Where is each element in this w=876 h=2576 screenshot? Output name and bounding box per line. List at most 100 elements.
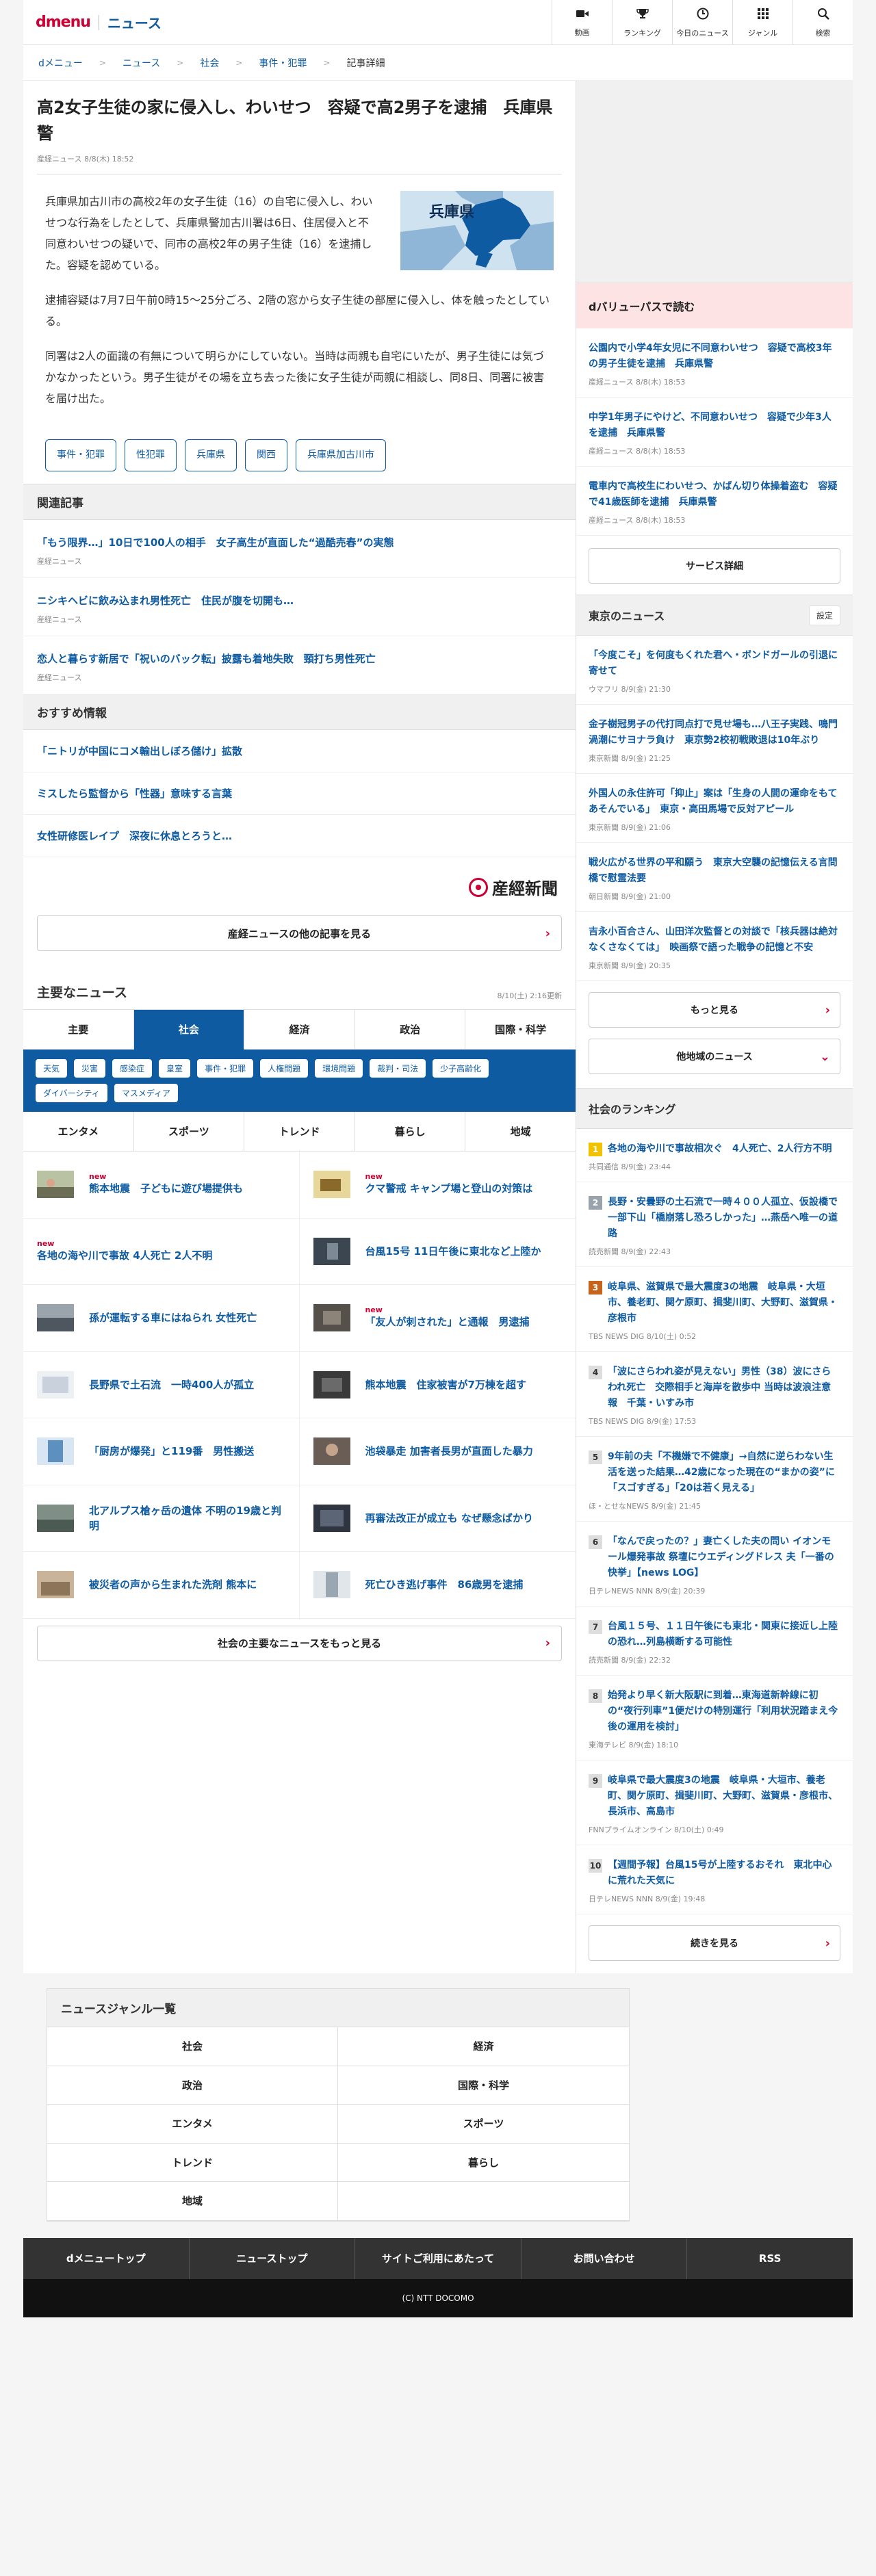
ranking-title[interactable]: 「なんで戻ったの？」妻亡くした夫の問い イオンモール爆発事故 祭壇にウエディング… [608, 1534, 840, 1581]
footer-news-top[interactable]: ニューストップ [190, 2237, 356, 2279]
ranking-item[interactable]: 8 始発より早く新大阪駅に到着…東海道新幹線に初の“夜行列車”1便だけの特別運行「… [576, 1676, 853, 1760]
subtag[interactable]: 皇室 [159, 1059, 191, 1078]
ranking-item[interactable]: 5 9年前の夫「不機嫌で不健康」→自然に逆らわない生活を送った結果…42歳になった… [576, 1437, 853, 1522]
ranking-title[interactable]: 台風１５号、１１日午後にも東北・関東に接近し上陸の恐れ…列島横断する可能性 [608, 1619, 840, 1650]
recommend-item[interactable]: ミスしたら監督から「性器」意味する言葉 [23, 772, 576, 815]
footer-contact[interactable]: お問い合わせ [521, 2237, 688, 2279]
ranking-title[interactable]: 【週間予報】台風15号が上陸するおそれ 東北中心に荒れた天気に [608, 1858, 840, 1889]
breadcrumb-crime[interactable]: 事件・犯罪 [259, 56, 307, 70]
tokyo-news-item[interactable]: 吉永小百合さん、山田洋次監督との対談で「核兵器は絶対なくさなくては」 映画祭で語… [576, 912, 853, 981]
related-title[interactable]: 恋人と暮らす新居で「祝いのバック転」披露も着地失敗 頸打ち男性死亡 [37, 651, 562, 666]
ranking-title[interactable]: 始発より早く新大阪駅に到着…東海道新幹線に初の“夜行列車”1便だけの特別運行「利… [608, 1688, 840, 1735]
footer-dmenu-top[interactable]: dメニュートップ [23, 2237, 190, 2279]
ranking-title[interactable]: 各地の海や川で事故相次ぐ 4人死亡、2人行方不明 [608, 1141, 832, 1157]
genre-society[interactable]: 社会 [47, 2027, 338, 2066]
breadcrumb-dmenu[interactable]: dメニュー [38, 56, 83, 70]
tab-entertainment[interactable]: エンタメ [23, 1112, 134, 1152]
news-item[interactable]: 再審法改正が成立も なぜ懸念ばかり [299, 1485, 576, 1552]
society-more-button[interactable]: 社会の主要なニュースをもっと見る › [37, 1625, 562, 1661]
tokyo-news-title[interactable]: 金子樹冠男子の代打同点打で見せ場も…八王子実践、鳴門渦潮にサヨナラ負け 東京勢2… [589, 717, 840, 749]
genre-international[interactable]: 国際・科学 [338, 2066, 629, 2105]
related-title[interactable]: 「もう限界…」10日で100人の相手 女子高生が直面した“過酷売春”の実態 [37, 535, 562, 550]
site-logo[interactable]: dmenu ニュース [23, 12, 162, 32]
ranking-title[interactable]: 長野・安曇野の土石流で一時４００人孤立、仮設橋で一部下山「橋崩落し恐ろしかった」… [608, 1195, 840, 1242]
dmenu-logo[interactable]: dmenu [36, 14, 91, 31]
genre-region[interactable]: 地域 [47, 2182, 338, 2221]
ranking-item[interactable]: 4 「波にさらわれ姿が見えない」男性（38）波にさらわれ死亡 交際相手と海岸を散歩… [576, 1352, 853, 1437]
breadcrumb-society[interactable]: 社会 [200, 56, 219, 70]
subtag[interactable]: 人権問題 [260, 1059, 309, 1078]
news-item[interactable]: 池袋暴走 加害者長男が直面した暴力 [299, 1418, 576, 1485]
news-title[interactable]: 死亡ひき逃げ事件 86歳男を逮捕 [365, 1578, 524, 1591]
tab-trend[interactable]: トレンド [244, 1112, 355, 1152]
tag-kansai[interactable]: 関西 [245, 439, 287, 471]
news-title[interactable]: 台風15号 11日午後に東北など上陸か [365, 1245, 541, 1258]
dvalue-item-title[interactable]: 中学1年男子にやけど、不同意わいせつ 容疑で少年3人を逮捕 兵庫県警 [589, 410, 840, 441]
news-item[interactable]: 台風15号 11日午後に東北など上陸か [299, 1219, 576, 1285]
news-title[interactable]: 長野県で土石流 一時400人が孤立 [89, 1379, 254, 1391]
news-item[interactable]: new クマ警戒 キャンプ場と登山の対策は [299, 1152, 576, 1219]
news-title[interactable]: クマ警戒 キャンプ場と登山の対策は [365, 1182, 533, 1195]
genre-sports[interactable]: スポーツ [338, 2105, 629, 2144]
news-title[interactable]: 熊本地震 住家被害が7万棟を超す [365, 1379, 526, 1391]
news-title[interactable]: 熊本地震 子どもに遊び場提供も [89, 1182, 243, 1195]
tokyo-news-item[interactable]: 外国人の永住許可「抑止」案は「生身の人間の運命をもてあそんでいる」 東京・高田馬… [576, 774, 853, 843]
news-title[interactable]: 各地の海や川で事故 4人死亡 2人不明 [37, 1249, 212, 1262]
dvalue-item[interactable]: 電車内で高校生にわいせつ、かばん切り体操着盗む 容疑で41歳医師を逮捕 兵庫県警… [576, 467, 853, 536]
subtag[interactable]: 環境問題 [315, 1059, 363, 1078]
ranking-item[interactable]: 10 【週間予報】台風15号が上陸するおそれ 東北中心に荒れた天気に 日テレNEW… [576, 1845, 853, 1914]
tab-region[interactable]: 地域 [465, 1112, 576, 1152]
tab-lifestyle[interactable]: 暮らし [355, 1112, 466, 1152]
news-item[interactable]: new 各地の海や川で事故 4人死亡 2人不明 [23, 1218, 300, 1285]
tag-crime[interactable]: 事件・犯罪 [45, 439, 116, 471]
tokyo-news-title[interactable]: 戦火広がる世界の平和願う 東京大空襲の記憶伝える言問橋で慰霊法要 [589, 855, 840, 887]
tokyo-news-title[interactable]: 「今度こそ」を何度もくれた君へ・ボンドガールの引退に寄せて [589, 648, 840, 679]
subtag[interactable]: 天気 [36, 1059, 68, 1078]
tokyo-more-button[interactable]: もっと見る › [589, 992, 840, 1028]
genre-trend[interactable]: トレンド [47, 2143, 338, 2182]
news-item[interactable]: 孫が運転する車にはねられ 女性死亡 [23, 1285, 300, 1352]
news-item[interactable]: 熊本地震 住家被害が7万棟を超す [299, 1352, 576, 1418]
subtag[interactable]: ダイバーシティ [36, 1084, 107, 1102]
news-item[interactable]: 「厨房が爆発」と119番 男性搬送 [23, 1418, 300, 1485]
tag-hyogo[interactable]: 兵庫県 [185, 439, 237, 471]
tokyo-news-item[interactable]: 「今度こそ」を何度もくれた君へ・ボンドガールの引退に寄せて ウマフリ 8/9(金… [576, 636, 853, 705]
news-item[interactable]: 北アルプス槍ヶ岳の遺体 不明の19歳と判明 [23, 1485, 300, 1552]
nav-search[interactable]: 検索 [793, 0, 853, 45]
service-detail-button[interactable]: サービス詳細 [589, 548, 840, 584]
subtag[interactable]: 災害 [74, 1059, 106, 1078]
news-title[interactable]: 被災者の声から生まれた洗剤 熊本に [89, 1578, 257, 1591]
related-item[interactable]: 恋人と暮らす新居で「祝いのバック転」披露も着地失敗 頸打ち男性死亡 産経ニュース [23, 636, 576, 694]
ranking-item[interactable]: 9 岐阜県で最大震度3の地震 岐阜県・大垣市、養老町、関ケ原町、揖斐川町、大野町、… [576, 1760, 853, 1845]
tab-society[interactable]: 社会 [133, 1010, 245, 1050]
ranking-title[interactable]: 「波にさらわれ姿が見えない」男性（38）波にさらわれ死亡 交際相手と海岸を散歩中… [608, 1364, 840, 1411]
news-title[interactable]: 池袋暴走 加害者長男が直面した暴力 [365, 1445, 533, 1457]
dvalue-item-title[interactable]: 公園内で小学4年女児に不同意わいせつ 容疑で高校3年の男子生徒を逮捕 兵庫県警 [589, 341, 840, 372]
subtag[interactable]: 事件・犯罪 [197, 1059, 254, 1078]
subtag[interactable]: 少子高齢化 [433, 1059, 489, 1078]
dvalue-item[interactable]: 中学1年男子にやけど、不同意わいせつ 容疑で少年3人を逮捕 兵庫県警 産経ニュー… [576, 398, 853, 467]
tag-kakogawa[interactable]: 兵庫県加古川市 [296, 439, 386, 471]
genre-politics[interactable]: 政治 [47, 2066, 338, 2105]
recommend-item[interactable]: 「ニトリが中国にコメ輸出しぼろ儲け」拡散 [23, 730, 576, 772]
news-item[interactable]: 長野県で土石流 一時400人が孤立 [23, 1351, 300, 1418]
subtag[interactable]: マスメディア [114, 1084, 178, 1102]
genre-lifestyle[interactable]: 暮らし [338, 2144, 629, 2182]
recommend-item[interactable]: 女性研修医レイプ 深夜に休息とろうと… [23, 815, 576, 857]
news-title[interactable]: 「厨房が爆発」と119番 男性搬送 [89, 1445, 254, 1457]
ranking-title[interactable]: 岐阜県、滋賀県で最大震度3の地震 岐阜県・大垣市、養老町、関ケ原町、揖斐川町、大… [608, 1279, 840, 1327]
news-logo[interactable]: ニュース [107, 12, 162, 32]
news-item[interactable]: 死亡ひき逃げ事件 86歳男を逮捕 [299, 1552, 576, 1619]
related-title[interactable]: ニシキヘビに飲み込まれ男性死亡 住民が腹を切開も… [37, 593, 562, 608]
dvalue-item-title[interactable]: 電車内で高校生にわいせつ、かばん切り体操着盗む 容疑で41歳医師を逮捕 兵庫県警 [589, 479, 840, 510]
nav-video[interactable]: 動画 [552, 0, 612, 45]
news-title[interactable]: 再審法改正が成立も なぜ懸念ばかり [365, 1512, 534, 1524]
nav-ranking[interactable]: ランキング [612, 0, 672, 45]
footer-site-policy[interactable]: サイトご利用にあたって [355, 2237, 521, 2279]
nav-today[interactable]: 今日のニュース [672, 0, 732, 45]
other-region-button[interactable]: 他地域のニュース ⌄ [589, 1039, 840, 1074]
related-item[interactable]: ニシキヘビに飲み込まれ男性死亡 住民が腹を切開も… 産経ニュース [23, 578, 576, 636]
tokyo-news-item[interactable]: 金子樹冠男子の代打同点打で見せ場も…八王子実践、鳴門渦潮にサヨナラ負け 東京勢2… [576, 705, 853, 774]
ranking-title[interactable]: 岐阜県で最大震度3の地震 岐阜県・大垣市、養老町、関ケ原町、揖斐川町、大野町、滋… [608, 1773, 840, 1820]
tab-main[interactable]: 主要 [23, 1010, 134, 1050]
